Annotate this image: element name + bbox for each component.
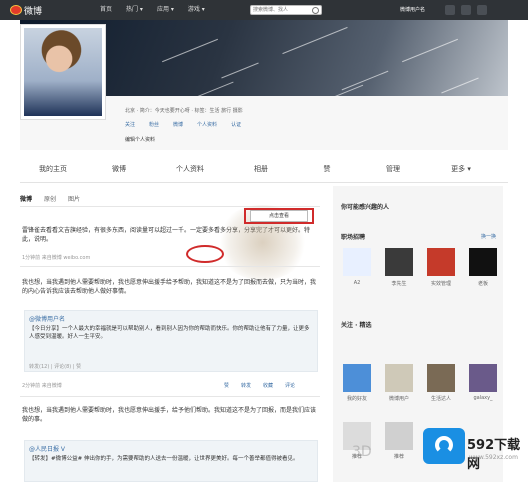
top-username[interactable]: 微博用户名 — [400, 6, 425, 13]
watermark-url: www.592xz.com — [469, 454, 518, 461]
feed-subtabs: 微博 原创 图片 — [20, 194, 80, 203]
stat-verify[interactable]: 认证 — [231, 121, 241, 128]
recommend-name[interactable]: 生活达人 — [424, 395, 458, 402]
comment-action[interactable]: 评论 — [285, 382, 295, 389]
refresh-link[interactable]: 换一换 — [481, 233, 496, 240]
top-navigation-bar: 微博 首页 热门 ▾ 应用 ▾ 游戏 ▾ 微博用户名 — [0, 0, 528, 20]
recommend-avatar[interactable] — [427, 364, 455, 392]
logo-text: 微博 — [24, 7, 43, 17]
settings-icon[interactable] — [477, 5, 487, 15]
nav-home[interactable]: 首页 — [100, 5, 112, 15]
tab-album[interactable]: 相册 — [228, 156, 294, 182]
profile-info: 北京 · 简介：今天也要开心呀 · 标签：生活 旅行 摄影 — [125, 108, 243, 114]
e-letter-icon — [435, 436, 453, 454]
sidebar-title: 职场招聘 — [341, 234, 366, 241]
repost-author[interactable]: @人民日报 V — [29, 444, 65, 453]
recommend-name[interactable]: 微博用户 — [382, 395, 416, 402]
tab-manage[interactable]: 管理 — [360, 156, 426, 182]
edit-profile-link[interactable]: 编辑个人资料 — [125, 136, 155, 143]
avatar-frame[interactable] — [20, 24, 106, 120]
recommend-avatar[interactable] — [469, 364, 497, 392]
repost-meta[interactable]: 转发(12) | 评论(8) | 赞 — [29, 363, 81, 370]
recommend-name[interactable]: 我的好友 — [340, 395, 374, 402]
message-icon[interactable] — [445, 5, 455, 15]
post-text: 我也想，当我遇到他人需要帮助时，我也愿意伸出援手给予帮助，我知道这不是为了回报而… — [22, 279, 317, 295]
recommend-name[interactable]: A2 — [340, 280, 374, 286]
nav-games[interactable]: 游戏 ▾ — [188, 5, 205, 15]
recommend-avatar[interactable] — [427, 248, 455, 276]
main-nav: 首页 热门 ▾ 应用 ▾ 游戏 ▾ — [100, 5, 205, 15]
stat-info[interactable]: 个人资料 — [197, 121, 217, 128]
stat-fans[interactable]: 粉丝 — [149, 121, 159, 128]
streak — [401, 38, 459, 63]
nav-apps[interactable]: 应用 ▾ — [157, 5, 174, 15]
post-meta: 2分钟前 来自微博 — [22, 383, 62, 389]
tab-profile[interactable]: 个人资料 — [152, 156, 228, 182]
favorite-action[interactable]: 收藏 — [263, 382, 273, 389]
nav-hot[interactable]: 热门 ▾ — [126, 5, 143, 15]
post-meta: 1分钟前 来自微博 weibo.com — [22, 255, 91, 261]
repost-action[interactable]: 转发 — [241, 382, 251, 389]
recommend-avatar[interactable] — [343, 248, 371, 276]
sidebar-title: 关注 · 精选 — [341, 322, 372, 329]
recommend-name[interactable]: 李先生 — [382, 280, 416, 287]
streak — [341, 70, 389, 91]
highlight-rectangle — [244, 208, 314, 224]
recommend-avatar[interactable] — [343, 364, 371, 392]
recommend-avatar[interactable] — [469, 248, 497, 276]
streak — [282, 26, 348, 55]
streak — [221, 62, 259, 79]
subtab-weibo[interactable]: 微博 — [20, 194, 32, 203]
tab-weibo[interactable]: 微博 — [86, 156, 152, 182]
highlight-oval — [186, 245, 224, 263]
recommend-name[interactable]: 推荐 — [382, 453, 416, 460]
repost-box[interactable]: @人民日报 V 【转发】#微博公益# 伸出你的手，为需要帮助的人送去一份温暖，让… — [24, 440, 318, 482]
tab-likes[interactable]: 赞 — [294, 156, 360, 182]
tab-more[interactable]: 更多 ▾ — [426, 156, 496, 182]
search-input[interactable] — [253, 6, 313, 14]
streak — [161, 38, 219, 63]
profile-tabbar: 我的主页 微博 个人资料 相册 赞 管理 更多 ▾ — [20, 156, 508, 183]
like-action[interactable]: 赞 — [224, 382, 229, 389]
recommend-avatar[interactable] — [385, 422, 413, 450]
recommend-avatar[interactable] — [385, 248, 413, 276]
search-box[interactable] — [250, 5, 322, 15]
sidebar-title: 你可能感兴趣的人 — [341, 204, 390, 211]
avatar[interactable] — [24, 28, 102, 116]
tab-my-home[interactable]: 我的主页 — [20, 156, 86, 182]
watermark-3d: 3D — [352, 444, 372, 460]
post-actions: 赞 转发 收藏 评论 — [224, 382, 295, 389]
top-icon-group — [445, 5, 487, 15]
post-text: 我也想，当我遇到他人需要帮助时，我也愿意伸出援手，给予他们帮助。我知道这不是为了… — [22, 407, 317, 423]
divider — [20, 396, 320, 397]
divider — [20, 266, 320, 267]
subtab-images[interactable]: 图片 — [68, 194, 80, 203]
download-site-watermark: 592下载网 www.592xz.com — [423, 420, 523, 476]
recommend-name[interactable]: 老板 — [466, 280, 500, 287]
stat-follow[interactable]: 关注 — [125, 121, 135, 128]
watermark-brand: 592下载网 — [467, 438, 521, 472]
search-icon[interactable] — [312, 7, 319, 14]
profile-stats: 关注 粉丝 微博 个人资料 认证 — [125, 121, 241, 128]
weibo-logo[interactable]: 微博 — [10, 4, 60, 17]
repost-body: 【今日分享】一个人最大的幸福就是可以帮助别人，看到别人因为你的帮助而快乐。你的帮… — [29, 326, 310, 340]
streak — [441, 77, 479, 94]
recommend-name[interactable]: galaxy_ — [466, 395, 500, 401]
repost-box[interactable]: @微博用户名 【今日分享】一个人最大的幸福就是可以帮助别人，看到别人因为你的帮助… — [24, 310, 318, 372]
watermark-logo-icon — [423, 428, 465, 464]
weibo-eye-icon — [10, 5, 22, 15]
repost-author[interactable]: @微博用户名 — [29, 314, 65, 323]
recommend-name[interactable]: 实效管理 — [424, 280, 458, 287]
notification-icon[interactable] — [461, 5, 471, 15]
stat-weibo[interactable]: 微博 — [173, 121, 183, 128]
subtab-original[interactable]: 原创 — [44, 194, 56, 203]
repost-body: 【转发】#微博公益# 伸出你的手，为需要帮助的人送去一份温暖，让世界更美好。每一… — [29, 456, 299, 462]
recommend-avatar[interactable] — [385, 364, 413, 392]
